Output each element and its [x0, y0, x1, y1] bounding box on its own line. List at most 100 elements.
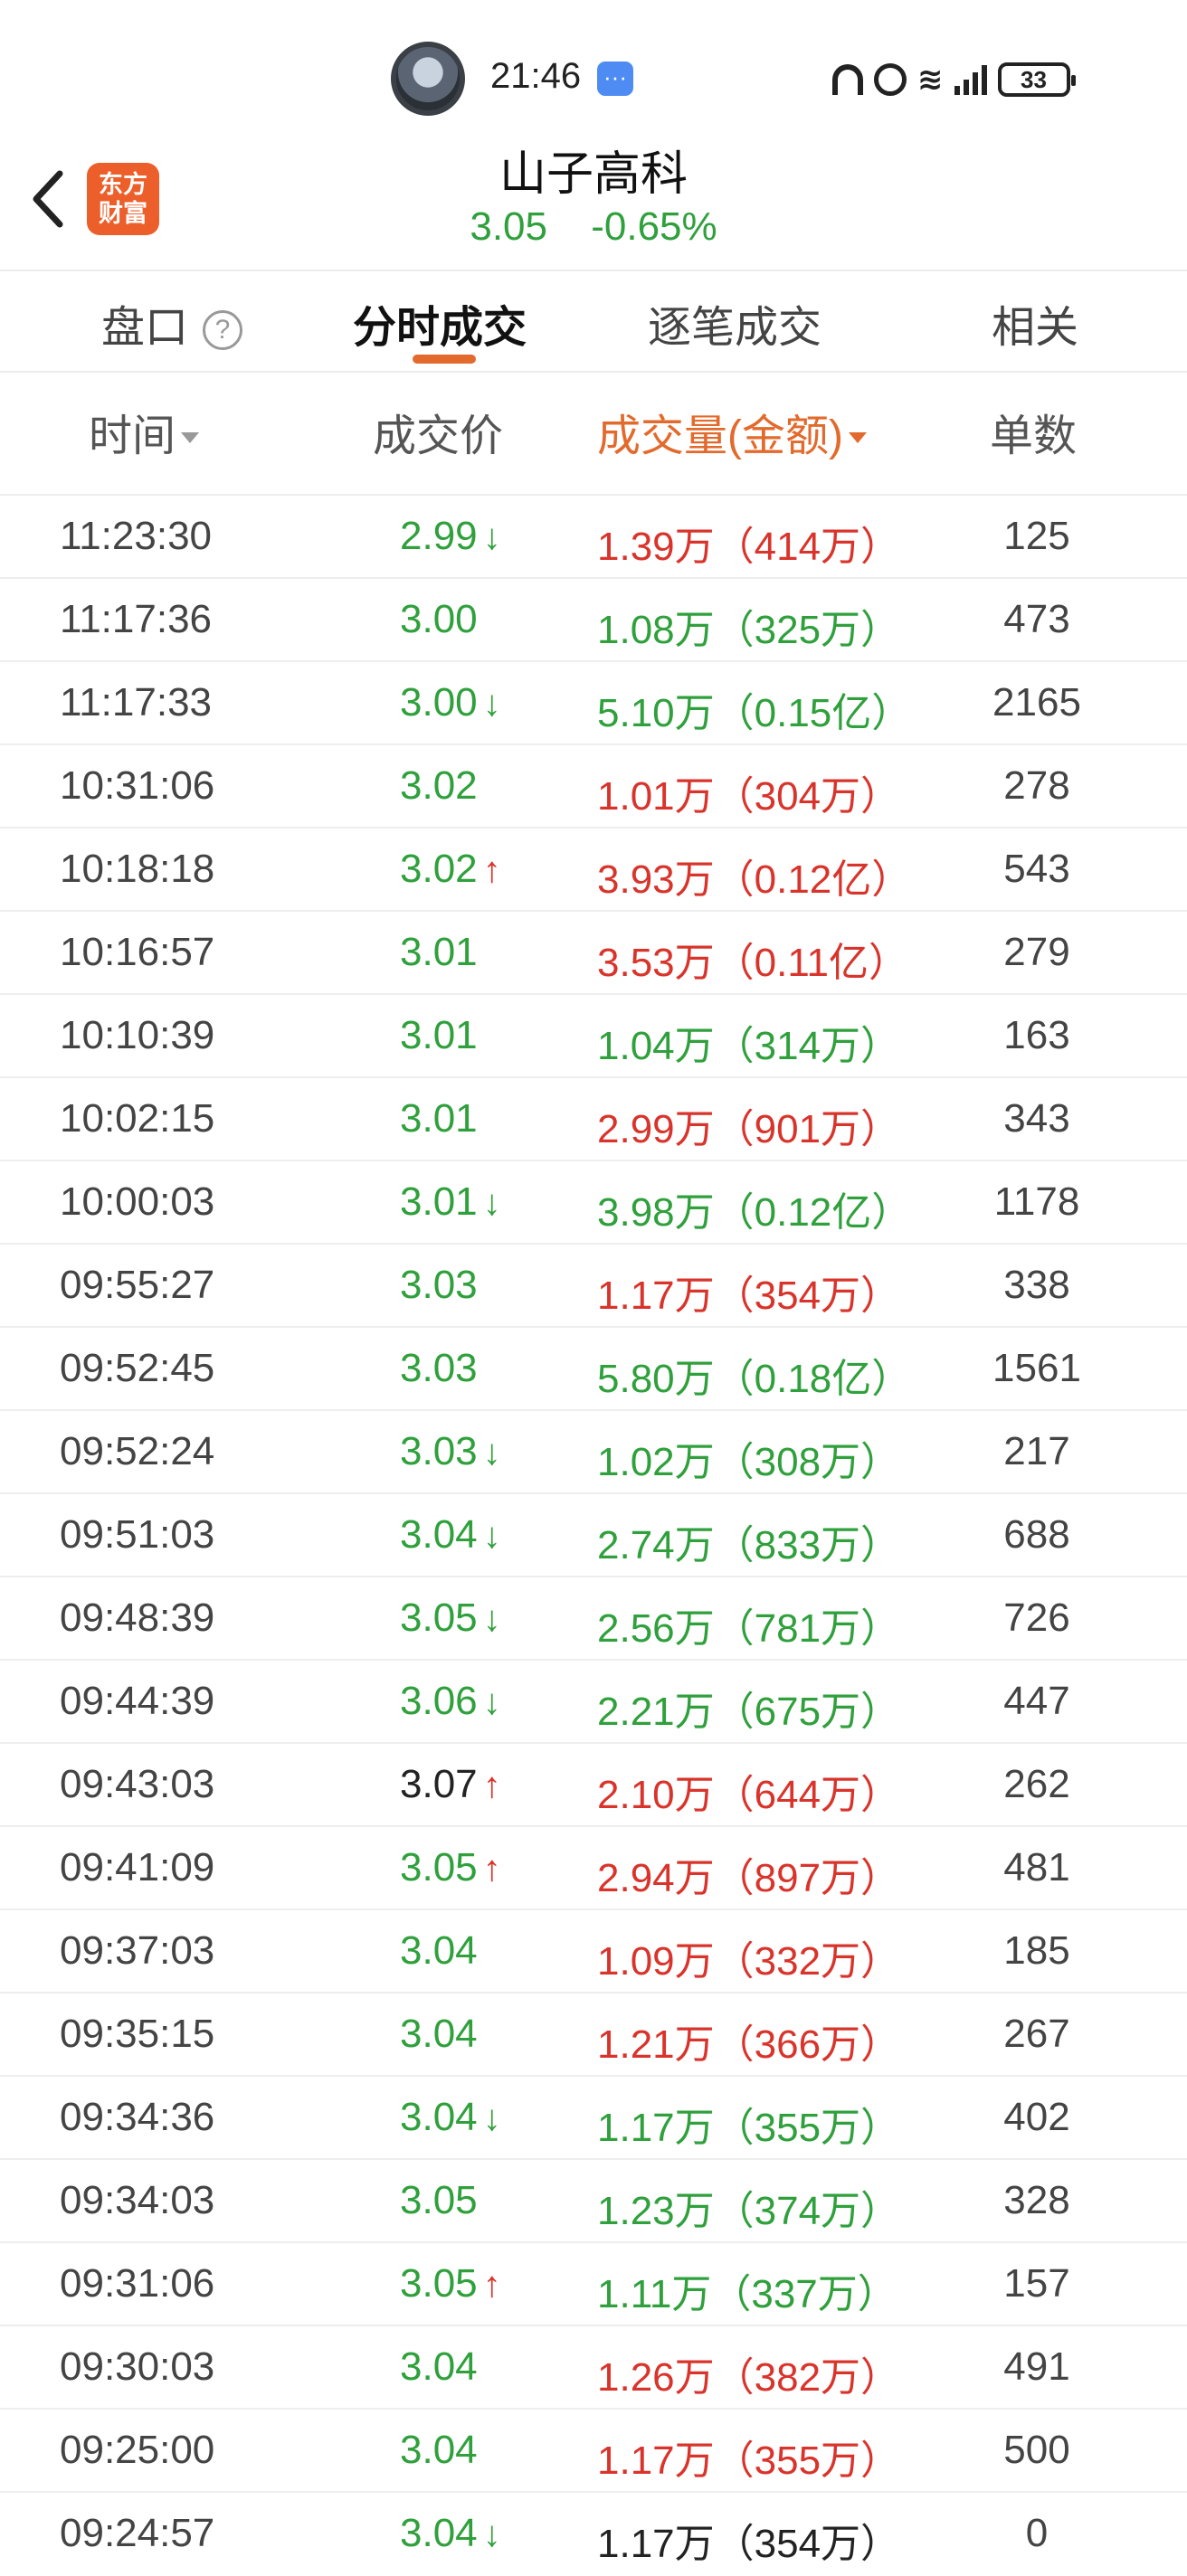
- trade-count: 262: [1003, 1762, 1070, 1806]
- trade-time: 11:17:33: [60, 680, 213, 724]
- trade-count: 500: [1003, 2428, 1070, 2472]
- trade-price-value: 3.01: [400, 1096, 478, 1141]
- arrow-down-icon: ↓: [482, 1433, 501, 1473]
- trade-volume: 1.02万（308万）: [597, 1440, 901, 1484]
- trade-time: 11:17:36: [60, 597, 213, 641]
- arrow-down-icon: ↓: [482, 1516, 501, 1556]
- table-row[interactable]: 09:52:24 3.03 ↓ 1.02万（308万） 217: [0, 1409, 1187, 1492]
- table-row[interactable]: 10:10:39 3.01 1.04万（314万） 163: [0, 993, 1187, 1076]
- table-row[interactable]: 11:23:30 2.99 ↓ 1.39万（414万） 125: [0, 494, 1187, 577]
- table-row[interactable]: 09:35:15 3.04 1.21万（366万） 267: [0, 1992, 1187, 2075]
- trade-volume: 1.21万（366万）: [597, 2022, 901, 2067]
- trade-price: 3.01 ↓: [400, 1179, 501, 1225]
- col-volume[interactable]: 成交量(金额): [597, 400, 867, 463]
- trade-price: 3.04 ↓: [400, 1512, 501, 1558]
- trade-price: 3.07 ↑: [400, 1762, 501, 1807]
- trade-list[interactable]: 11:23:30 2.99 ↓ 1.39万（414万） 125 11:17:36 3.00 1…: [0, 494, 1187, 2574]
- trade-count: 1178: [993, 1179, 1080, 1224]
- table-row[interactable]: 10:16:57 3.01 3.53万（0.11亿） 279: [0, 910, 1187, 993]
- table-row[interactable]: 09:48:39 3.05 ↓ 2.56万（781万） 726: [0, 1576, 1187, 1659]
- table-row[interactable]: 10:18:18 3.02 ↑ 3.93万（0.12亿） 543: [0, 827, 1187, 910]
- trade-count: 278: [1003, 763, 1070, 808]
- trade-count: 217: [1003, 1429, 1070, 1473]
- trade-price-value: 3.03: [400, 1346, 478, 1390]
- trade-time: 10:16:57: [60, 930, 215, 974]
- table-row[interactable]: 09:34:03 3.05 1.23万（374万） 328: [0, 2158, 1187, 2241]
- alarm-icon: [874, 63, 907, 96]
- table-row[interactable]: 09:44:39 3.06 ↓ 2.21万（675万） 447: [0, 1659, 1187, 1742]
- trade-price: 3.06 ↓: [400, 1679, 501, 1724]
- arrow-down-icon: ↓: [482, 684, 501, 724]
- help-icon[interactable]: ?: [203, 310, 243, 350]
- trade-count: 402: [1003, 2095, 1070, 2139]
- arrow-up-icon: ↑: [482, 1766, 501, 1805]
- trade-volume: 1.01万（304万）: [597, 774, 901, 819]
- sort-caret-icon: [181, 432, 200, 443]
- trade-price-value: 3.02: [400, 847, 478, 891]
- trade-price: 3.05: [400, 2178, 478, 2223]
- trade-time: 09:25:00: [60, 2428, 215, 2472]
- trade-price-value: 3.04: [400, 2095, 478, 2139]
- table-row[interactable]: 09:30:03 3.04 1.26万（382万） 491: [0, 2325, 1187, 2408]
- trade-price-value: 3.07: [400, 1762, 478, 1806]
- table-row[interactable]: 09:55:27 3.03 1.17万（354万） 338: [0, 1243, 1187, 1326]
- tab-tick-trades[interactable]: 逐笔成交: [648, 291, 821, 355]
- trade-price: 3.05 ↑: [400, 2261, 501, 2306]
- table-row[interactable]: 10:00:03 3.01 ↓ 3.98万（0.12亿） 1178: [0, 1160, 1187, 1243]
- table-row[interactable]: 09:37:03 3.04 1.09万（332万） 185: [0, 1908, 1187, 1992]
- tab-order-book[interactable]: 盘口?: [101, 291, 243, 355]
- trade-price-value: 3.04: [400, 1928, 478, 1973]
- trade-count: 343: [1003, 1096, 1070, 1141]
- trade-time: 09:55:27: [60, 1263, 215, 1307]
- trade-price: 3.04 ↓: [400, 2095, 501, 2140]
- trade-count: 2165: [992, 680, 1081, 724]
- stock-quote: 3.05 -0.65%: [0, 204, 1187, 250]
- headset-icon: [832, 64, 863, 95]
- trade-price: 3.04 ↓: [400, 2511, 501, 2556]
- trade-count: 1561: [992, 1346, 1081, 1390]
- table-row[interactable]: 09:52:45 3.03 5.80万（0.18亿） 1561: [0, 1326, 1187, 1409]
- stock-price: 3.05: [470, 204, 547, 249]
- trade-price: 3.02: [400, 763, 478, 809]
- trade-time: 09:48:39: [60, 1596, 215, 1640]
- arrow-down-icon: ↓: [482, 2098, 501, 2138]
- table-row[interactable]: 09:24:57 3.04 ↓ 1.17万（354万） 0: [0, 2491, 1187, 2574]
- trade-time: 09:52:45: [60, 1346, 215, 1390]
- table-row[interactable]: 09:51:03 3.04 ↓ 2.74万（833万） 688: [0, 1492, 1187, 1576]
- tab-related[interactable]: 相关: [992, 291, 1078, 355]
- trade-count: 157: [1003, 2261, 1070, 2306]
- sort-caret-icon: [848, 432, 867, 443]
- trade-count: 447: [1003, 1679, 1070, 1723]
- table-row[interactable]: 09:25:00 3.04 1.17万（355万） 500: [0, 2408, 1187, 2491]
- trade-volume: 3.98万（0.12亿）: [597, 1190, 912, 1235]
- trade-time: 09:30:03: [60, 2344, 215, 2389]
- trade-price: 3.02 ↑: [400, 847, 501, 892]
- col-time[interactable]: 时间: [89, 400, 200, 463]
- table-row[interactable]: 10:02:15 3.01 2.99万（901万） 343: [0, 1076, 1187, 1160]
- stock-change-pct: -0.65%: [591, 204, 717, 249]
- table-row[interactable]: 09:34:36 3.04 ↓ 1.17万（355万） 402: [0, 2075, 1187, 2158]
- table-row[interactable]: 09:41:09 3.05 ↑ 2.94万（897万） 481: [0, 1825, 1187, 1908]
- tab-bar: 盘口? 分时成交 逐笔成交 相关: [0, 271, 1187, 371]
- trade-time: 11:23:30: [60, 514, 213, 558]
- table-row[interactable]: 09:43:03 3.07 ↑ 2.10万（644万） 262: [0, 1742, 1187, 1825]
- table-row[interactable]: 10:31:06 3.02 1.01万（304万） 278: [0, 743, 1187, 827]
- trade-count: 726: [1003, 1596, 1070, 1640]
- trade-volume: 3.53万（0.11亿）: [597, 941, 909, 985]
- tab-time-trades[interactable]: 分时成交: [353, 291, 527, 355]
- table-row[interactable]: 09:31:06 3.05 ↑ 1.11万（337万） 157: [0, 2241, 1187, 2325]
- trade-price-value: 3.01: [400, 1013, 478, 1057]
- trade-volume: 1.23万（374万）: [597, 2189, 901, 2233]
- trade-price: 3.01: [400, 1096, 478, 1141]
- avatar[interactable]: [391, 42, 465, 116]
- trade-volume: 1.04万（314万）: [597, 1024, 901, 1068]
- table-row[interactable]: 11:17:33 3.00 ↓ 5.10万（0.15亿） 2165: [0, 660, 1187, 743]
- active-tab-indicator: [413, 355, 476, 364]
- trade-volume: 5.80万（0.18亿）: [597, 1357, 912, 1401]
- trade-volume: 2.10万（644万）: [597, 1773, 901, 1817]
- arrow-down-icon: ↓: [482, 1682, 501, 1722]
- trade-price-value: 3.03: [400, 1263, 478, 1307]
- stock-title: 山子高科: [499, 148, 688, 201]
- table-row[interactable]: 11:17:36 3.00 1.08万（325万） 473: [0, 577, 1187, 660]
- trade-count: 491: [1003, 2344, 1070, 2389]
